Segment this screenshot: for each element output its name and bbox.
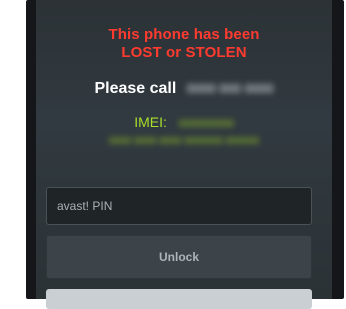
contact-phone-number: 0000 000 0000	[186, 81, 274, 96]
warning-line-2: LOST or STOLEN	[121, 44, 247, 61]
secondary-button[interactable]	[46, 289, 312, 309]
imei-label: IMEI:	[134, 114, 167, 130]
imei-value: 000000000	[178, 118, 234, 130]
pin-input[interactable]	[46, 187, 312, 225]
lost-stolen-warning: This phone has been LOST or STOLEN	[36, 26, 332, 62]
imei-value-line-2: 0000 0000 0000 0000000 000000	[108, 136, 260, 147]
lock-screen: This phone has been LOST or STOLEN Pleas…	[36, 0, 332, 309]
contact-row: Please call 0000 000 0000	[36, 80, 332, 98]
please-call-label: Please call	[94, 80, 177, 97]
unlock-button[interactable]: Unlock	[46, 235, 312, 279]
imei-row: IMEI: 000000000	[36, 114, 332, 130]
warning-line-1: This phone has been	[108, 26, 260, 43]
